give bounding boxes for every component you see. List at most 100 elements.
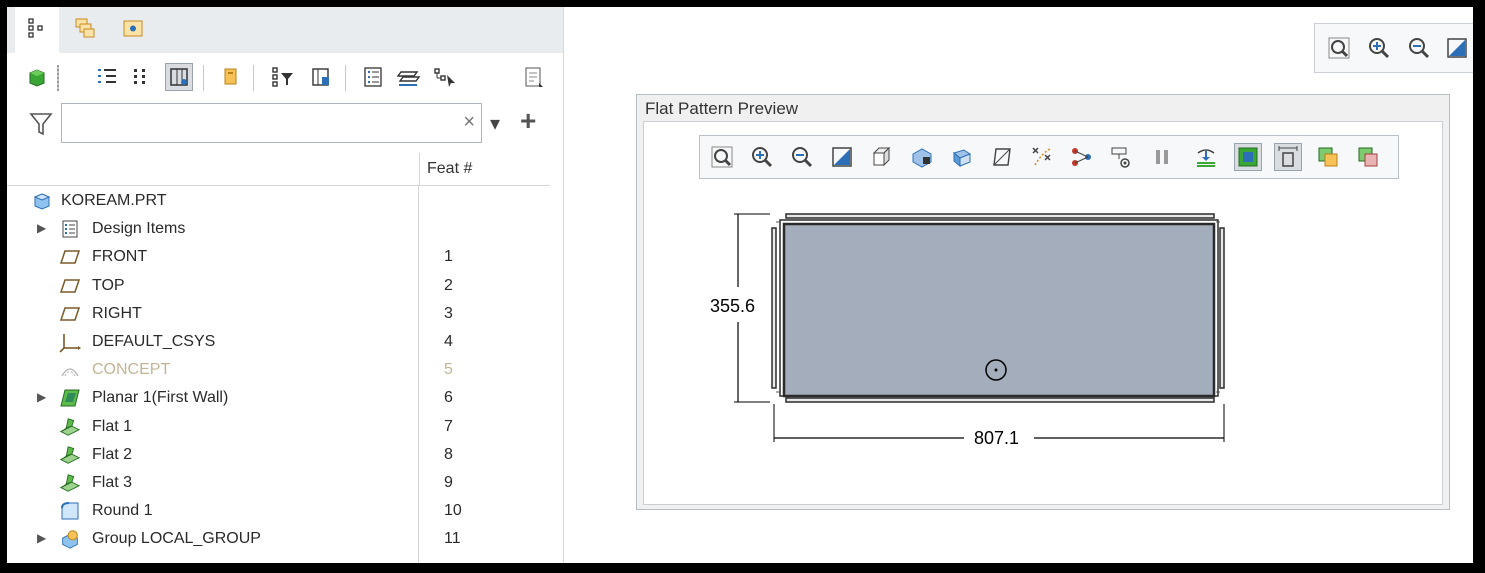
- height-dimension[interactable]: 355.6: [710, 296, 755, 317]
- zoom-out-icon: [1409, 38, 1430, 59]
- tree-settings-button[interactable]: [307, 63, 335, 91]
- tree-item-label: KOREAM.PRT: [61, 192, 167, 209]
- pause-icon: [1156, 150, 1168, 164]
- zoom-in-button[interactable]: [1365, 34, 1393, 62]
- navigator-tabstrip: [7, 7, 563, 53]
- tree-item-feat-number: 8: [444, 445, 453, 463]
- tree-search-box[interactable]: ×: [61, 103, 482, 143]
- preview-csys-button[interactable]: [1068, 143, 1096, 171]
- preview-zoom-out-button[interactable]: [788, 143, 816, 171]
- saved-orientations-icon: [832, 147, 852, 167]
- planar-wall-icon: [59, 387, 81, 409]
- tree-search-input[interactable]: [68, 104, 452, 142]
- preview-datum-points-button[interactable]: [1028, 143, 1056, 171]
- preview-pause-button[interactable]: [1148, 143, 1176, 171]
- preview-orientation-button[interactable]: [828, 143, 856, 171]
- tree-row[interactable]: Flat 2 8: [7, 441, 550, 469]
- tree-row[interactable]: Flat 3 9: [7, 469, 550, 497]
- preview-flatten-button[interactable]: [1192, 143, 1220, 171]
- preview-annotation-display-button[interactable]: [1108, 143, 1136, 171]
- refit-icon: [711, 146, 733, 168]
- group-icon: [59, 528, 81, 550]
- preview-show-plate-button[interactable]: [1234, 143, 1262, 171]
- flat-wall-icon: [59, 472, 81, 494]
- top-flange: [785, 213, 1215, 219]
- preview-refit-button[interactable]: [708, 143, 736, 171]
- tree-item-feat-number: 10: [444, 502, 462, 520]
- preview-export-button[interactable]: [1354, 143, 1382, 171]
- connections-icon: [1072, 148, 1091, 166]
- relations-icon: [434, 68, 455, 87]
- feat-number-column-header[interactable]: Feat #: [419, 153, 550, 185]
- add-filter-icon[interactable]: +: [520, 105, 536, 137]
- tree-filter-button[interactable]: [269, 63, 297, 91]
- layers-button[interactable]: [395, 63, 423, 91]
- cube-green-icon: [29, 69, 45, 87]
- expand-arrow-icon[interactable]: ▶: [37, 221, 46, 235]
- tree-collapse-button[interactable]: [127, 63, 155, 91]
- preview-dimensions-button[interactable]: [1274, 143, 1302, 171]
- expand-arrow-icon[interactable]: ▶: [37, 390, 46, 404]
- zoom-out-button[interactable]: [1405, 34, 1433, 62]
- left-flange: [771, 227, 777, 389]
- flat-wall-icon: [59, 444, 81, 466]
- tree-row[interactable]: CONCEPT 5: [7, 356, 550, 384]
- tab-layer-tree[interactable]: [63, 7, 107, 53]
- tree-item-feat-number: 6: [444, 389, 453, 407]
- flat-plate-icon: [1238, 147, 1258, 167]
- saved-orientations-button[interactable]: [1443, 34, 1471, 62]
- model-tree-panel: × ▾ + Feat # KOREAM.PRT ▶ Design Items FRON…: [7, 7, 564, 563]
- tree-expand-button[interactable]: [93, 63, 121, 91]
- tree-row[interactable]: FRONT 1: [7, 243, 550, 271]
- part-icon: [31, 190, 53, 212]
- annotation-button[interactable]: [217, 63, 245, 91]
- perspective-icon: [952, 149, 972, 168]
- model-tree-icon: [26, 17, 48, 44]
- preview-display-style-button[interactable]: [908, 143, 936, 171]
- tree-options-button[interactable]: [519, 63, 547, 91]
- preview-zoom-in-button[interactable]: [748, 143, 776, 171]
- tree-item-label: Design Items: [92, 220, 186, 238]
- tree-row[interactable]: RIGHT 3: [7, 300, 550, 328]
- zoom-in-icon: [1369, 38, 1390, 59]
- tree-row[interactable]: KOREAM.PRT: [7, 187, 550, 215]
- flat-wall-icon: [59, 416, 81, 438]
- clear-icon[interactable]: ×: [463, 112, 475, 132]
- tree-row[interactable]: TOP 2: [7, 272, 550, 300]
- relations-button[interactable]: [431, 63, 459, 91]
- tree-row[interactable]: ▶ Design Items: [7, 215, 550, 243]
- flat-plate: [782, 222, 1216, 398]
- layer-tree-icon: [73, 16, 97, 45]
- filter-funnel-icon[interactable]: [29, 111, 53, 142]
- folder-browser-icon: [121, 16, 145, 45]
- filter-dropdown-icon[interactable]: ▾: [490, 111, 500, 136]
- display-style-button[interactable]: [23, 63, 51, 91]
- tab-model-tree[interactable]: [15, 7, 59, 53]
- tree-dots-icon: [134, 69, 145, 84]
- tree-columns-button[interactable]: [165, 63, 193, 91]
- flat-pattern-canvas[interactable]: 355.6 807.1: [694, 192, 1254, 472]
- preview-datum-display-button[interactable]: [988, 143, 1016, 171]
- round-icon: [59, 500, 81, 522]
- width-dimension[interactable]: 807.1: [974, 428, 1019, 449]
- tab-folder-browser[interactable]: [111, 7, 155, 53]
- copy-geometry-icon: [1318, 147, 1338, 167]
- preview-copy-button[interactable]: [1314, 143, 1342, 171]
- tree-item-label: Flat 3: [92, 474, 133, 491]
- expand-arrow-icon[interactable]: ▶: [37, 531, 46, 545]
- flat-pattern-preview-body: 355.6 807.1: [643, 121, 1443, 505]
- tree-row[interactable]: ▶ Planar 1(First Wall) 6: [7, 384, 550, 412]
- tree-item-label: CONCEPT: [92, 361, 171, 379]
- tree-row[interactable]: ▶ Group LOCAL_GROUP 11: [7, 525, 550, 553]
- tree-item-label: Flat 2: [92, 445, 133, 463]
- properties-button[interactable]: [359, 63, 387, 91]
- graphics-area[interactable]: Flat Pattern Preview 355.6 807.1: [564, 7, 1473, 563]
- preview-views-button[interactable]: [868, 143, 896, 171]
- tree-row[interactable]: DEFAULT_CSYS 4: [7, 328, 550, 356]
- tree-row[interactable]: Round 1 10: [7, 497, 550, 525]
- refit-button[interactable]: [1325, 34, 1353, 62]
- tree-item-label: TOP: [92, 276, 125, 294]
- preview-perspective-button[interactable]: [948, 143, 976, 171]
- tree-row[interactable]: Flat 1 7: [7, 413, 550, 441]
- tree-list-icon: [98, 69, 116, 83]
